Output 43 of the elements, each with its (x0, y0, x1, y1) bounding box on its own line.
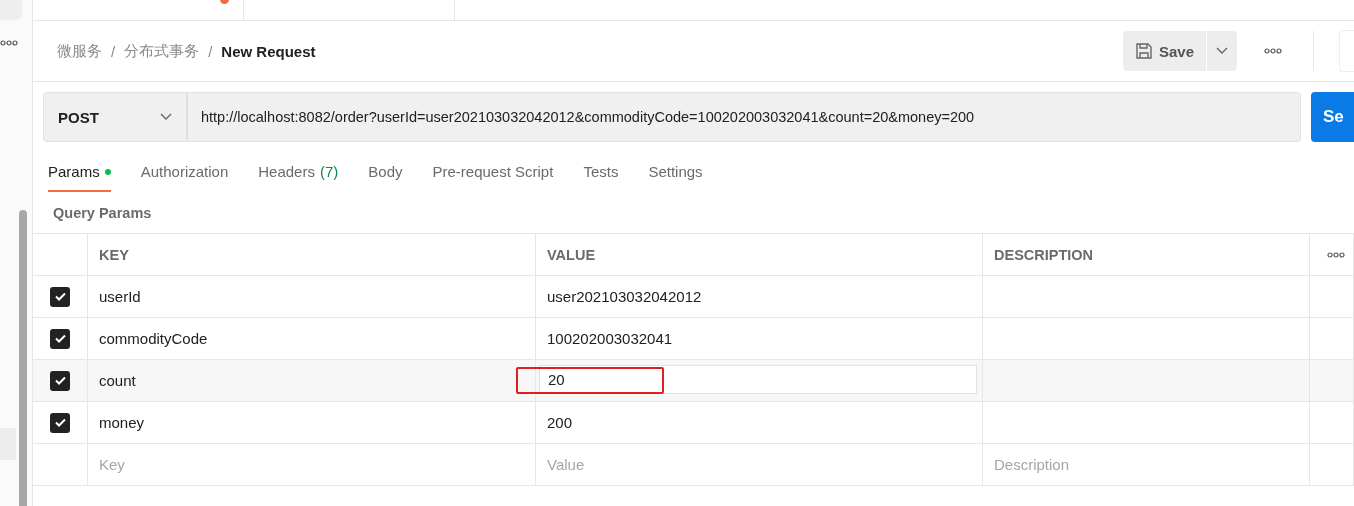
tab[interactable]: Pre-request Script (432, 155, 554, 192)
column-header: VALUE (536, 234, 983, 275)
breadcrumb-item[interactable]: 分布式事务 (124, 41, 200, 61)
table-cell: userId (88, 276, 536, 317)
table-cell: money (88, 402, 536, 443)
column-header: DESCRIPTION (983, 234, 1310, 275)
breadcrumb-item[interactable]: New Request (221, 42, 316, 60)
more-icon[interactable] (0, 38, 18, 48)
tab[interactable]: Body (368, 155, 403, 192)
url-field[interactable]: http://localhost:8082/order?userId=user202103032042012&commodityCode=100202003032041&count=20&money=200 (187, 92, 1301, 142)
save-icon (1134, 42, 1153, 60)
tab[interactable]: Params (48, 155, 111, 192)
column-header: KEY (88, 234, 536, 275)
table-cell: count (88, 360, 536, 401)
check-icon (54, 376, 66, 385)
table-cell: commodityCode (88, 318, 536, 359)
check-icon (54, 418, 66, 427)
caret-icon (1216, 47, 1228, 55)
check-icon (54, 292, 66, 301)
send-button[interactable]: Se (1311, 92, 1354, 142)
table-cell: user202103032042012 (536, 276, 983, 317)
save-button[interactable]: Save (1122, 31, 1206, 71)
caret-icon (160, 113, 172, 121)
breadcrumb-separator: / (111, 42, 116, 60)
tab[interactable]: Authorization (140, 155, 229, 192)
checkbox[interactable] (50, 328, 70, 349)
scrollbar[interactable] (19, 210, 27, 506)
table-cell: 200 (536, 402, 983, 443)
checkbox[interactable] (50, 412, 70, 433)
breadcrumb-item[interactable]: 微服务 (57, 41, 102, 61)
section-title: Query Params (52, 204, 153, 223)
tab[interactable]: Tests (583, 155, 619, 192)
method-dropdown[interactable]: POST (43, 92, 187, 142)
breadcrumb-separator: / (208, 42, 213, 60)
table-cell: 100202003032041 (536, 318, 983, 359)
checkbox[interactable] (50, 286, 70, 307)
check-icon (54, 334, 66, 343)
checkbox[interactable] (50, 370, 70, 391)
tab[interactable]: Settings (648, 155, 703, 192)
more-icon[interactable] (1264, 48, 1282, 54)
tab[interactable]: Headers (7) (258, 155, 339, 192)
more-icon[interactable] (1327, 251, 1345, 258)
value-field[interactable]: 20 (539, 365, 977, 394)
